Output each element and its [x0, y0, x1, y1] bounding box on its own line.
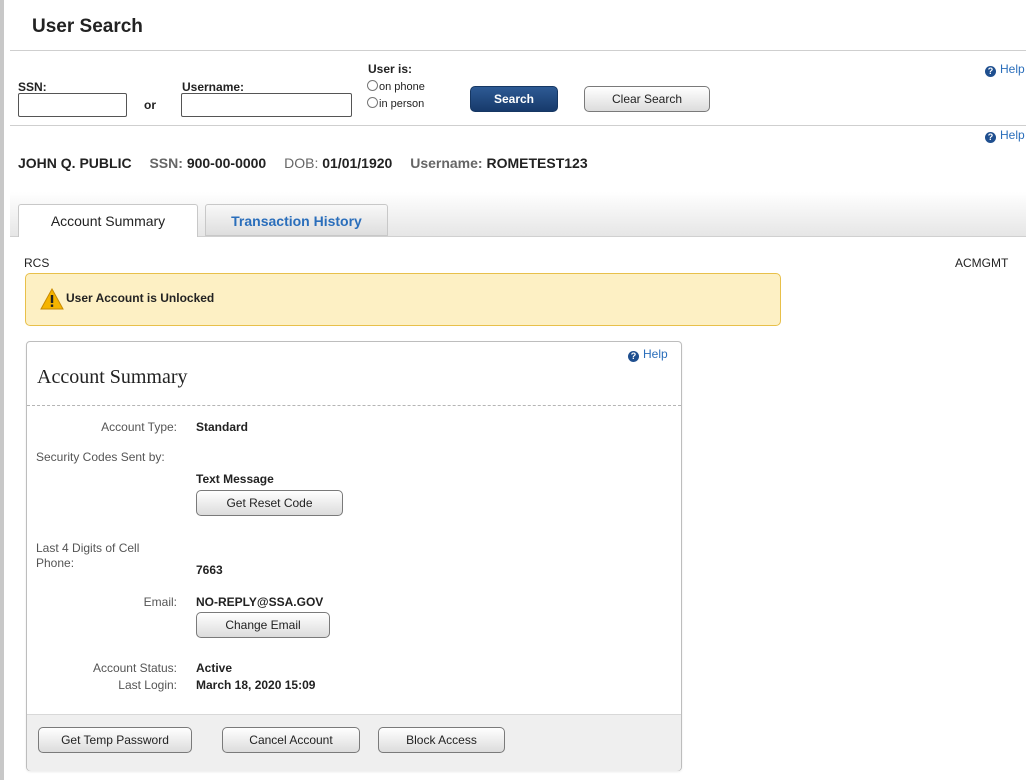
search-divider: [10, 125, 1026, 126]
page-title: User Search: [32, 16, 143, 37]
title-divider: [10, 50, 1026, 51]
email-value: NO-REPLY@SSA.GOV: [196, 595, 324, 609]
security-codes-label: Security Codes Sent by:: [36, 450, 165, 464]
alert-text: User Account is Unlocked: [66, 291, 215, 305]
tab-account-summary-label: Account Summary: [50, 213, 166, 229]
username-input[interactable]: [181, 93, 352, 117]
cancel-account-button[interactable]: Cancel Account: [222, 727, 360, 753]
user-dob: 01/01/1920: [322, 155, 393, 171]
ssn-input[interactable]: [18, 93, 127, 117]
account-alert: User Account is Unlocked: [25, 273, 781, 326]
account-status-value: Active: [196, 661, 233, 675]
radio-on-phone-label: on phone: [379, 81, 425, 93]
clear-search-button[interactable]: Clear Search: [584, 86, 710, 112]
help-label: Help: [1000, 128, 1025, 142]
account-status-label: Account Status:: [92, 661, 177, 675]
user-username: ROMETEST123: [486, 155, 588, 171]
radio-circle-icon: [367, 80, 378, 91]
get-reset-code-button[interactable]: Get Reset Code: [196, 490, 343, 516]
ssn-label: SSN:: [18, 80, 47, 94]
tab-transaction-history-label: Transaction History: [231, 213, 362, 229]
warning-icon: [40, 288, 64, 310]
user-is-label: User is:: [368, 62, 413, 76]
tab-transaction-history[interactable]: Transaction History: [205, 204, 388, 236]
get-temp-password-button[interactable]: Get Temp Password: [38, 727, 192, 753]
help-icon: ?: [985, 66, 996, 77]
user-name: JOHN Q. PUBLIC: [18, 155, 132, 171]
account-type-value: Standard: [196, 420, 249, 434]
cell-phone-value: 7663: [196, 563, 223, 577]
last-login-value: March 18, 2020 15:09: [196, 678, 316, 692]
last-login-label: Last Login:: [118, 678, 177, 692]
summary-title-divider: [27, 405, 681, 406]
user-info-line: JOHN Q. PUBLIC SSN: 900-00-0000 DOB: 01/…: [18, 155, 588, 171]
help-link-user[interactable]: ? Help: [985, 128, 1025, 143]
or-label: or: [144, 98, 156, 112]
search-button[interactable]: Search: [470, 86, 558, 112]
left-border: [0, 0, 4, 780]
tab-account-summary[interactable]: Account Summary: [18, 204, 198, 237]
username-label: Username:: [182, 80, 245, 94]
dob-caption: DOB:: [284, 155, 319, 171]
help-link-summary[interactable]: ? Help: [628, 347, 668, 362]
cell-phone-label: Last 4 Digits of Cell Phone:: [36, 541, 140, 570]
help-icon: ?: [628, 351, 639, 362]
section-label-rcs: RCS: [24, 256, 50, 270]
section-label-acmgmt: ACMGMT: [955, 256, 1009, 270]
change-email-button[interactable]: Change Email: [196, 612, 330, 638]
username-caption: Username:: [410, 155, 483, 171]
block-access-button[interactable]: Block Access: [378, 727, 505, 753]
account-type-label: Account Type:: [101, 420, 177, 434]
help-label: Help: [1000, 62, 1025, 76]
radio-on-phone[interactable]: on phone: [367, 80, 425, 93]
security-codes-value: Text Message: [196, 472, 274, 486]
radio-circle-icon: [367, 97, 378, 108]
radio-in-person[interactable]: in person: [367, 97, 424, 110]
user-ssn: 900-00-0000: [186, 155, 267, 171]
ssn-caption: SSN:: [149, 155, 183, 171]
email-label: Email:: [143, 595, 177, 609]
summary-title: Account Summary: [37, 366, 188, 388]
help-icon: ?: [985, 132, 996, 143]
help-label: Help: [643, 347, 668, 361]
radio-in-person-label: in person: [379, 98, 425, 110]
help-link-search[interactable]: ? Help: [985, 62, 1025, 77]
